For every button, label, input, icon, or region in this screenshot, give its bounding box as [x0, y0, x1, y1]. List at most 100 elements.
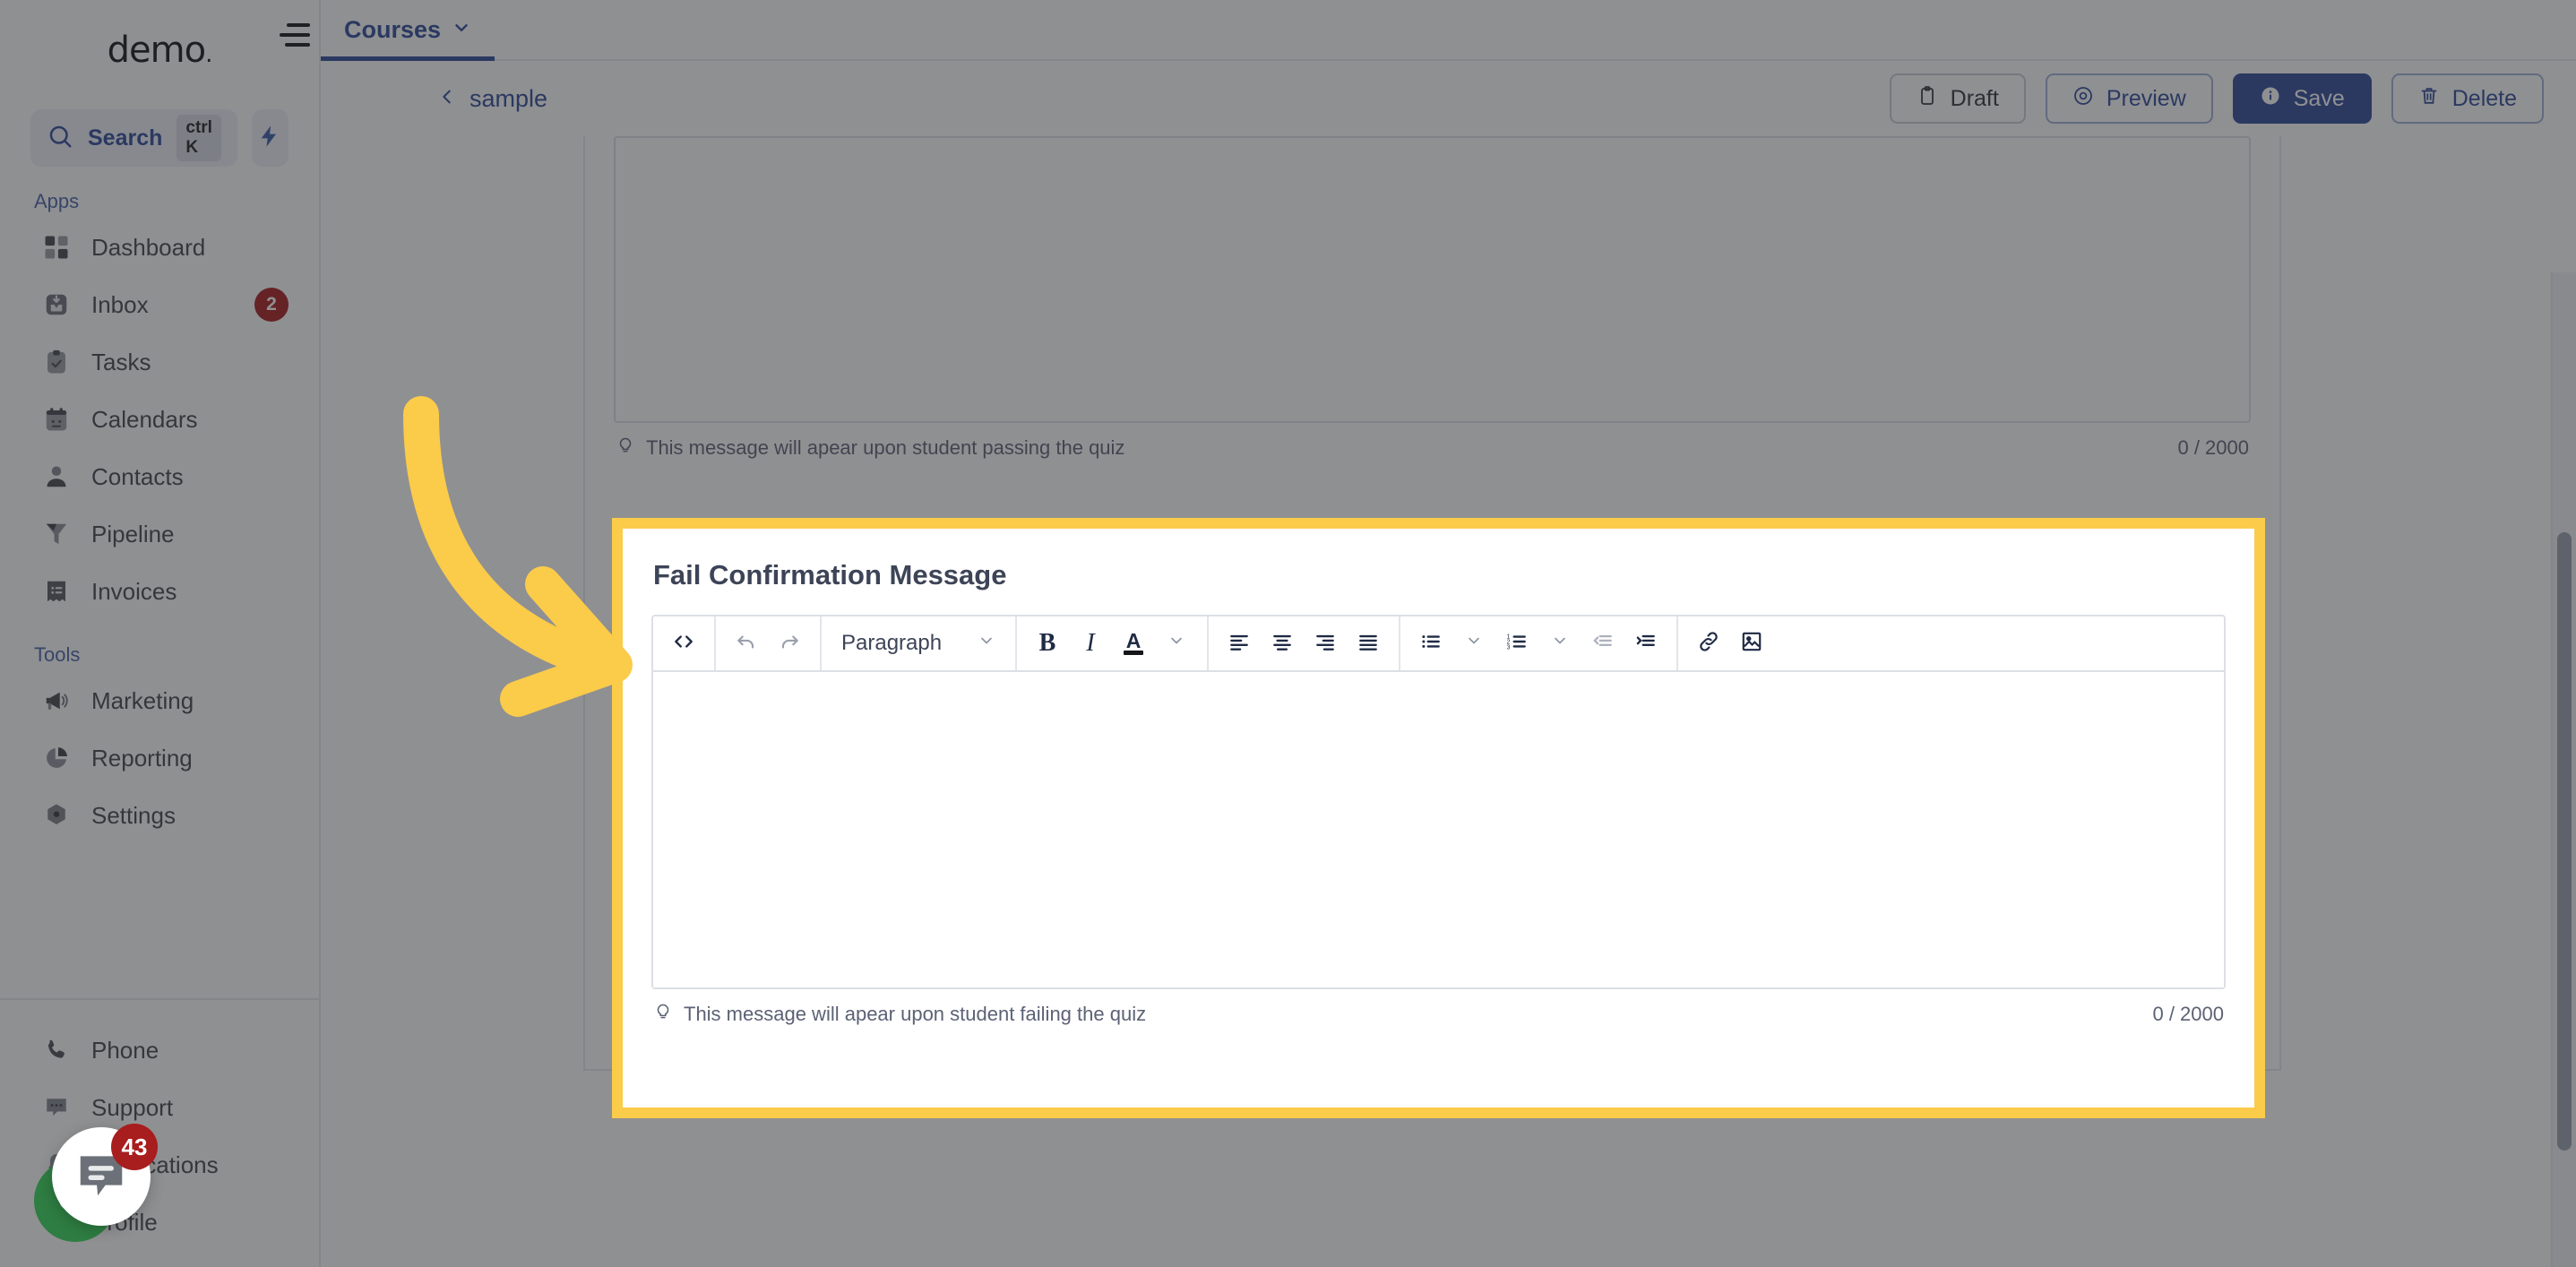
- sidebar-item-label: Marketing: [91, 686, 194, 714]
- sidebar-item-invoices[interactable]: Invoices: [0, 563, 319, 620]
- bullet-list-chevron-button[interactable]: [1454, 623, 1494, 664]
- sidebar-item-label: Phone: [91, 1036, 159, 1064]
- fail-message-field: Fail Confirmation Message Paragraph B I …: [623, 529, 2254, 1108]
- fail-message-rich-text-editor: Paragraph B I A 1 2 3: [651, 615, 2226, 989]
- save-button[interactable]: Save: [2232, 73, 2372, 124]
- sidebar-item-label: Calendars: [91, 405, 198, 433]
- pass-message-field: This message will apear upon student pas…: [585, 136, 2279, 478]
- toolbar-group-history: [716, 616, 822, 670]
- link-button[interactable]: [1689, 623, 1728, 664]
- vertical-scrollbar[interactable]: [2551, 272, 2576, 1267]
- undo-button[interactable]: [727, 623, 766, 664]
- phone-icon: [41, 1035, 72, 1065]
- align-right-icon: [1314, 630, 1337, 658]
- clipboard-check-icon: [41, 347, 72, 377]
- breadcrumb[interactable]: sample: [437, 85, 547, 113]
- indent-button[interactable]: [1626, 623, 1666, 664]
- search-label: Search: [88, 125, 163, 151]
- brand-logo[interactable]: demo.: [0, 0, 319, 100]
- chat-widget-badge: 43: [111, 1124, 158, 1170]
- sidebar-item-marketing[interactable]: Marketing: [0, 672, 319, 729]
- sidebar-item-inbox[interactable]: Inbox 2: [0, 276, 319, 333]
- topbar: Courses: [321, 0, 2576, 61]
- italic-button[interactable]: I: [1071, 623, 1110, 664]
- sidebar-item-tasks[interactable]: Tasks: [0, 333, 319, 391]
- megaphone-icon: [41, 685, 72, 716]
- brand-suffix: .: [205, 41, 212, 68]
- sidebar-item-pipeline[interactable]: Pipeline: [0, 505, 319, 563]
- search-shortcut: ctrl K: [177, 115, 221, 161]
- bullet-list-button[interactable]: [1411, 623, 1451, 664]
- sidebar-item-label: Inbox: [91, 290, 149, 318]
- scrollbar-thumb[interactable]: [2557, 532, 2572, 1151]
- sidebar-item-reporting[interactable]: Reporting: [0, 729, 319, 787]
- align-right-button[interactable]: [1305, 623, 1345, 664]
- text-color-button[interactable]: A: [1114, 623, 1153, 664]
- chevron-down-icon: [1551, 632, 1569, 655]
- redo-button[interactable]: [770, 623, 809, 664]
- sidebar-search-row: Search ctrl K: [0, 109, 319, 167]
- chat-widget-button[interactable]: 43: [52, 1124, 158, 1226]
- quick-action-button[interactable]: [251, 109, 289, 167]
- sidebar-item-support[interactable]: Support: [0, 1079, 319, 1136]
- calendar-icon: [41, 404, 72, 435]
- chevron-down-icon: [452, 18, 471, 42]
- grid-icon: [41, 232, 72, 263]
- fail-message-counter: 0 / 2000: [2152, 1002, 2224, 1025]
- sidebar-item-contacts[interactable]: Contacts: [0, 448, 319, 505]
- redo-icon: [778, 630, 801, 658]
- align-center-icon: [1271, 630, 1294, 658]
- italic-icon: I: [1086, 629, 1095, 657]
- chat-dots-icon: [41, 1092, 72, 1123]
- block-format-value: Paragraph: [841, 631, 943, 655]
- image-button[interactable]: [1732, 623, 1771, 664]
- svg-text:3: 3: [1507, 644, 1511, 651]
- clipboard-icon: [1917, 85, 1938, 113]
- toolbar-group-alignment: [1209, 616, 1400, 670]
- eye-icon: [2072, 85, 2094, 113]
- toolbar-group-source: [653, 616, 716, 670]
- indent-icon: [1634, 630, 1658, 658]
- chevron-down-icon: [1167, 632, 1185, 655]
- page-header: sample Draft Preview Save Delete: [321, 61, 2576, 136]
- sidebar-item-dashboard[interactable]: Dashboard: [0, 219, 319, 276]
- source-code-button[interactable]: [664, 623, 703, 664]
- sidebar-item-label: Pipeline: [91, 520, 175, 547]
- sidebar: demo. Search ctrl K Apps Dashboard Inbox…: [0, 0, 321, 1267]
- text-color-chevron-button[interactable]: [1157, 623, 1196, 664]
- numbered-list-chevron-button[interactable]: [1540, 623, 1580, 664]
- pass-message-counter: 0 / 2000: [2177, 435, 2249, 459]
- lightbulb-icon: [616, 435, 635, 460]
- tab-courses[interactable]: Courses: [321, 16, 495, 61]
- bold-button[interactable]: B: [1028, 623, 1067, 664]
- inbox-icon: [41, 289, 72, 320]
- numbered-list-button[interactable]: 123: [1497, 623, 1537, 664]
- sidebar-item-label: Tasks: [91, 348, 151, 375]
- delete-button[interactable]: Delete: [2391, 73, 2544, 124]
- brand-name: demo: [107, 30, 206, 71]
- hamburger-icon[interactable]: [280, 23, 310, 47]
- align-center-button[interactable]: [1262, 623, 1302, 664]
- align-justify-icon: [1357, 630, 1380, 658]
- search-input[interactable]: Search ctrl K: [30, 109, 237, 167]
- align-justify-button[interactable]: [1348, 623, 1388, 664]
- bold-icon: B: [1038, 629, 1056, 657]
- pass-message-editor-canvas[interactable]: [614, 136, 2251, 423]
- pass-message-hint: This message will apear upon student pas…: [646, 435, 1125, 459]
- toolbar-group-block-format: Paragraph: [822, 616, 1017, 670]
- header-actions: Draft Preview Save Delete: [1889, 73, 2544, 124]
- code-icon: [672, 630, 695, 658]
- info-icon: [2260, 85, 2281, 113]
- block-format-select[interactable]: Paragraph: [832, 623, 1004, 664]
- align-left-button[interactable]: [1219, 623, 1259, 664]
- sidebar-item-settings[interactable]: Settings: [0, 787, 319, 844]
- fail-message-hint-row: This message will apear upon student fai…: [651, 989, 2226, 1044]
- draft-button[interactable]: Draft: [1889, 73, 2026, 124]
- sidebar-item-phone[interactable]: Phone: [0, 1021, 319, 1079]
- fail-message-editor-canvas[interactable]: [653, 672, 2224, 987]
- outdent-button[interactable]: [1583, 623, 1623, 664]
- preview-button[interactable]: Preview: [2045, 73, 2213, 124]
- sidebar-item-label: Dashboard: [91, 233, 206, 261]
- sidebar-item-calendars[interactable]: Calendars: [0, 391, 319, 448]
- chevron-down-icon: [1465, 632, 1483, 655]
